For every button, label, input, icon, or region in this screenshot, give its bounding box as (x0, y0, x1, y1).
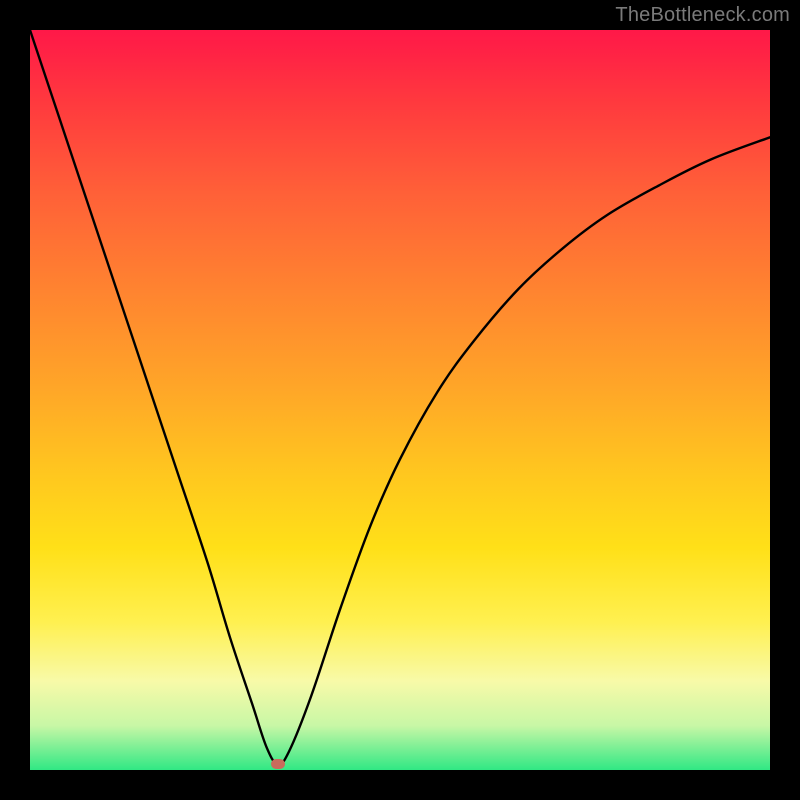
curve-svg (30, 30, 770, 770)
bottleneck-curve (30, 30, 770, 764)
plot-area (30, 30, 770, 770)
optimal-point-marker (271, 759, 285, 769)
chart-frame: TheBottleneck.com (0, 0, 800, 800)
watermark-text: TheBottleneck.com (615, 4, 790, 27)
